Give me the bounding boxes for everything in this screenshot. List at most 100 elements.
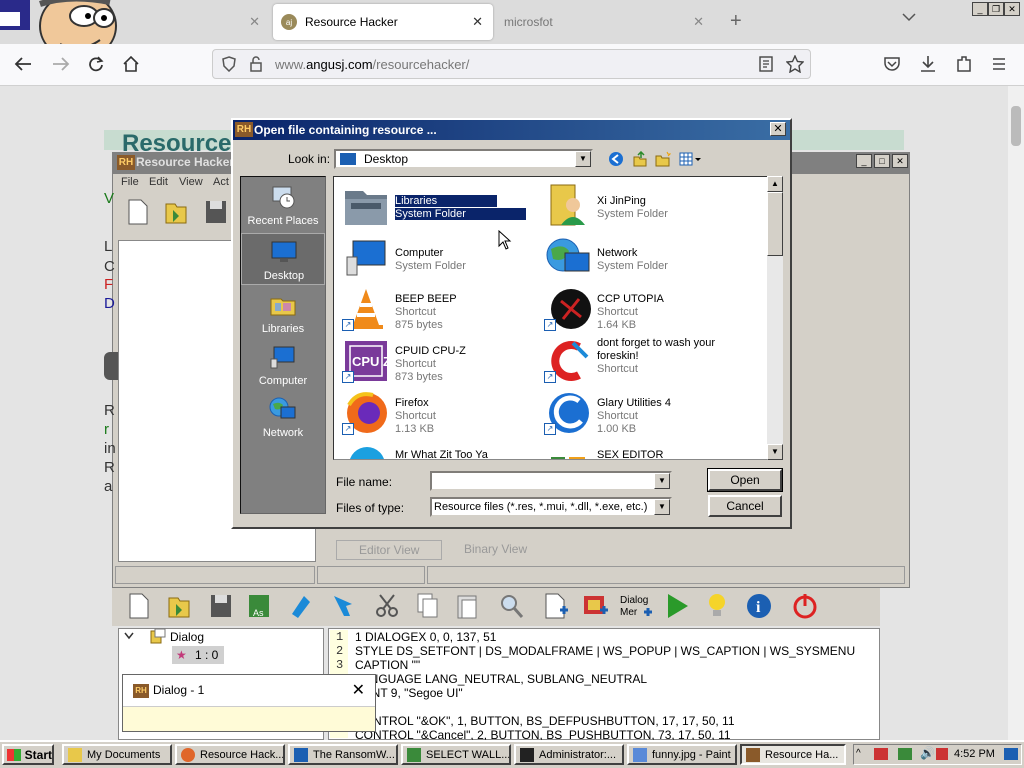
insecure-lock-icon[interactable] — [249, 56, 263, 72]
file-type-select[interactable]: Resource files (*.res, *.mui, *.dll, *.e… — [430, 497, 672, 517]
volume-icon[interactable]: 🔊 — [920, 746, 935, 760]
tracking-shield-icon[interactable] — [221, 56, 237, 72]
place-computer[interactable]: Computer — [241, 339, 325, 391]
tab-close-icon[interactable]: ✕ — [693, 14, 704, 30]
open-button[interactable]: Open — [707, 468, 783, 492]
dialog-preview-titlebar[interactable]: RH Dialog - 1 ✕ — [123, 675, 375, 707]
open-dialog-titlebar[interactable]: RH Open file containing resource ... — [233, 120, 790, 140]
scrollbar-thumb[interactable] — [1011, 106, 1021, 146]
taskbar-firefox-resource-hacker[interactable]: Resource Hack... — [175, 744, 285, 765]
file-item-beep-beep[interactable]: ↗ BEEP BEEP Shortcut 875 bytes — [338, 285, 538, 335]
taskbar-ransomware[interactable]: The RansomW... — [288, 744, 398, 765]
taskbar-paint[interactable]: funny.jpg - Paint — [627, 744, 737, 765]
chevron-down-icon[interactable]: ▼ — [575, 151, 591, 167]
start-button[interactable]: Start — [2, 744, 54, 765]
menu-file[interactable]: File — [121, 176, 139, 188]
menu-edit[interactable]: Edit — [149, 176, 168, 188]
copy-icon[interactable] — [414, 592, 440, 620]
forward-arrow-icon[interactable] — [52, 56, 70, 72]
cancel-button[interactable]: Cancel — [708, 495, 782, 517]
tab-editor-view[interactable]: Editor View — [336, 540, 443, 560]
up-folder-icon[interactable] — [632, 151, 648, 167]
url-bar[interactable]: www. angusj.com/resourcehacker/ — [212, 49, 811, 79]
tab-microsfot[interactable]: microsfot ✕ — [495, 0, 710, 44]
save-icon[interactable] — [208, 592, 234, 620]
back-arrow-icon[interactable] — [288, 592, 314, 620]
open-file-icon[interactable] — [166, 592, 192, 620]
menu-view[interactable]: View — [179, 176, 203, 188]
file-item-network[interactable]: Network System Folder — [540, 233, 740, 283]
file-name-input[interactable]: ▼ — [430, 471, 672, 491]
file-item-glary-utilities[interactable]: ↗ Glary Utilities 4 Shortcut 1.00 KB — [540, 389, 740, 439]
chevron-down-icon[interactable]: ▼ — [654, 499, 670, 515]
file-item-sex-editor[interactable]: SEX EDITOR — [540, 441, 740, 459]
file-item-firefox[interactable]: ↗ Firefox Shortcut 1.13 KB — [338, 389, 538, 439]
maximize-icon[interactable]: □ — [874, 154, 890, 168]
taskbar-administrator-cmd[interactable]: Administrator:... — [514, 744, 624, 765]
minimize-icon[interactable]: _ — [972, 2, 988, 16]
back-arrow-icon[interactable] — [14, 56, 32, 72]
home-icon[interactable] — [123, 56, 139, 72]
search-icon[interactable] — [498, 592, 524, 620]
dialog-preview-window[interactable]: RH Dialog - 1 ✕ — [122, 674, 376, 732]
file-item-cpuid-cpu-z[interactable]: CPU Z ↗ CPUID CPU-Z Shortcut 873 bytes — [338, 337, 538, 387]
run-script-icon[interactable] — [664, 592, 690, 620]
new-file-icon[interactable] — [126, 592, 152, 620]
restore-icon[interactable]: ❐ — [988, 2, 1004, 16]
bookmark-star-icon[interactable] — [786, 55, 804, 73]
dialog-menu-icon[interactable]: DialogMer — [618, 592, 652, 620]
chevron-down-icon[interactable] — [124, 632, 134, 640]
scroll-down-icon[interactable]: ▼ — [767, 444, 783, 460]
place-recent-places[interactable]: Recent Places — [241, 179, 325, 231]
close-icon[interactable]: ✕ — [352, 680, 365, 700]
minimize-icon[interactable]: _ — [856, 154, 872, 168]
cut-icon[interactable] — [374, 592, 400, 620]
save-as-icon[interactable]: As — [246, 592, 272, 620]
info-icon[interactable]: i — [746, 592, 772, 620]
look-in-dropdown[interactable]: Desktop ▼ — [334, 149, 593, 169]
file-item-dont-forget[interactable]: ↗ dont forget to wash your foreskin! Sho… — [540, 337, 740, 387]
paste-icon[interactable] — [454, 592, 480, 620]
tab-blank[interactable]: ✕ — [130, 0, 260, 44]
tab-close-icon[interactable]: ✕ — [472, 14, 483, 30]
reader-view-icon[interactable] — [759, 56, 773, 72]
forward-arrow-icon[interactable] — [330, 592, 356, 620]
new-file-icon[interactable] — [125, 198, 151, 226]
extensions-icon[interactable] — [956, 55, 972, 73]
file-item-xi-jinping[interactable]: Xi JinPing System Folder — [540, 181, 740, 231]
file-item-mr-what-zit[interactable]: Mr What Zit Too Ya — [338, 441, 538, 459]
pocket-icon[interactable] — [883, 56, 901, 72]
close-icon[interactable]: ✕ — [770, 122, 786, 136]
scroll-up-icon[interactable]: ▲ — [767, 176, 783, 192]
taskbar-select-wallpaper[interactable]: SELECT WALL... — [401, 744, 511, 765]
open-file-icon[interactable] — [163, 198, 189, 226]
close-window-icon[interactable]: ✕ — [892, 154, 908, 168]
tab-close-icon[interactable]: ✕ — [249, 14, 260, 30]
show-desktop-icon[interactable] — [1004, 748, 1018, 760]
place-desktop[interactable]: Desktop — [241, 233, 325, 285]
tree-node-dialog[interactable]: Dialog — [170, 630, 204, 644]
reload-icon[interactable] — [88, 56, 104, 72]
new-folder-icon[interactable] — [655, 151, 671, 167]
power-exit-icon[interactable] — [792, 592, 818, 620]
menu-hamburger-icon[interactable] — [992, 57, 1006, 71]
place-network[interactable]: Network — [241, 391, 325, 443]
menu-action[interactable]: Act — [213, 176, 229, 188]
tray-alert-icon[interactable] — [936, 748, 948, 760]
add-image-icon[interactable] — [582, 592, 608, 620]
tray-flag-icon[interactable] — [874, 748, 888, 760]
chevron-down-icon[interactable]: ▼ — [654, 473, 670, 489]
downloads-icon[interactable] — [920, 55, 936, 73]
save-icon[interactable] — [203, 198, 229, 226]
back-icon[interactable] — [608, 151, 624, 167]
file-list[interactable]: Libraries System Folder Xi JinPing Syste… — [333, 176, 769, 460]
add-resource-icon[interactable] — [542, 592, 568, 620]
network-tray-icon[interactable] — [898, 748, 912, 760]
new-tab-icon[interactable]: + — [730, 10, 742, 33]
taskbar-resource-hacker[interactable]: Resource Ha... — [740, 744, 846, 765]
scrollbar-thumb[interactable] — [767, 192, 783, 256]
place-libraries[interactable]: Libraries — [241, 287, 325, 339]
view-menu-icon[interactable] — [679, 151, 703, 167]
close-window-icon[interactable]: ✕ — [1004, 2, 1020, 16]
tray-expand-icon[interactable]: ^ — [856, 748, 861, 759]
